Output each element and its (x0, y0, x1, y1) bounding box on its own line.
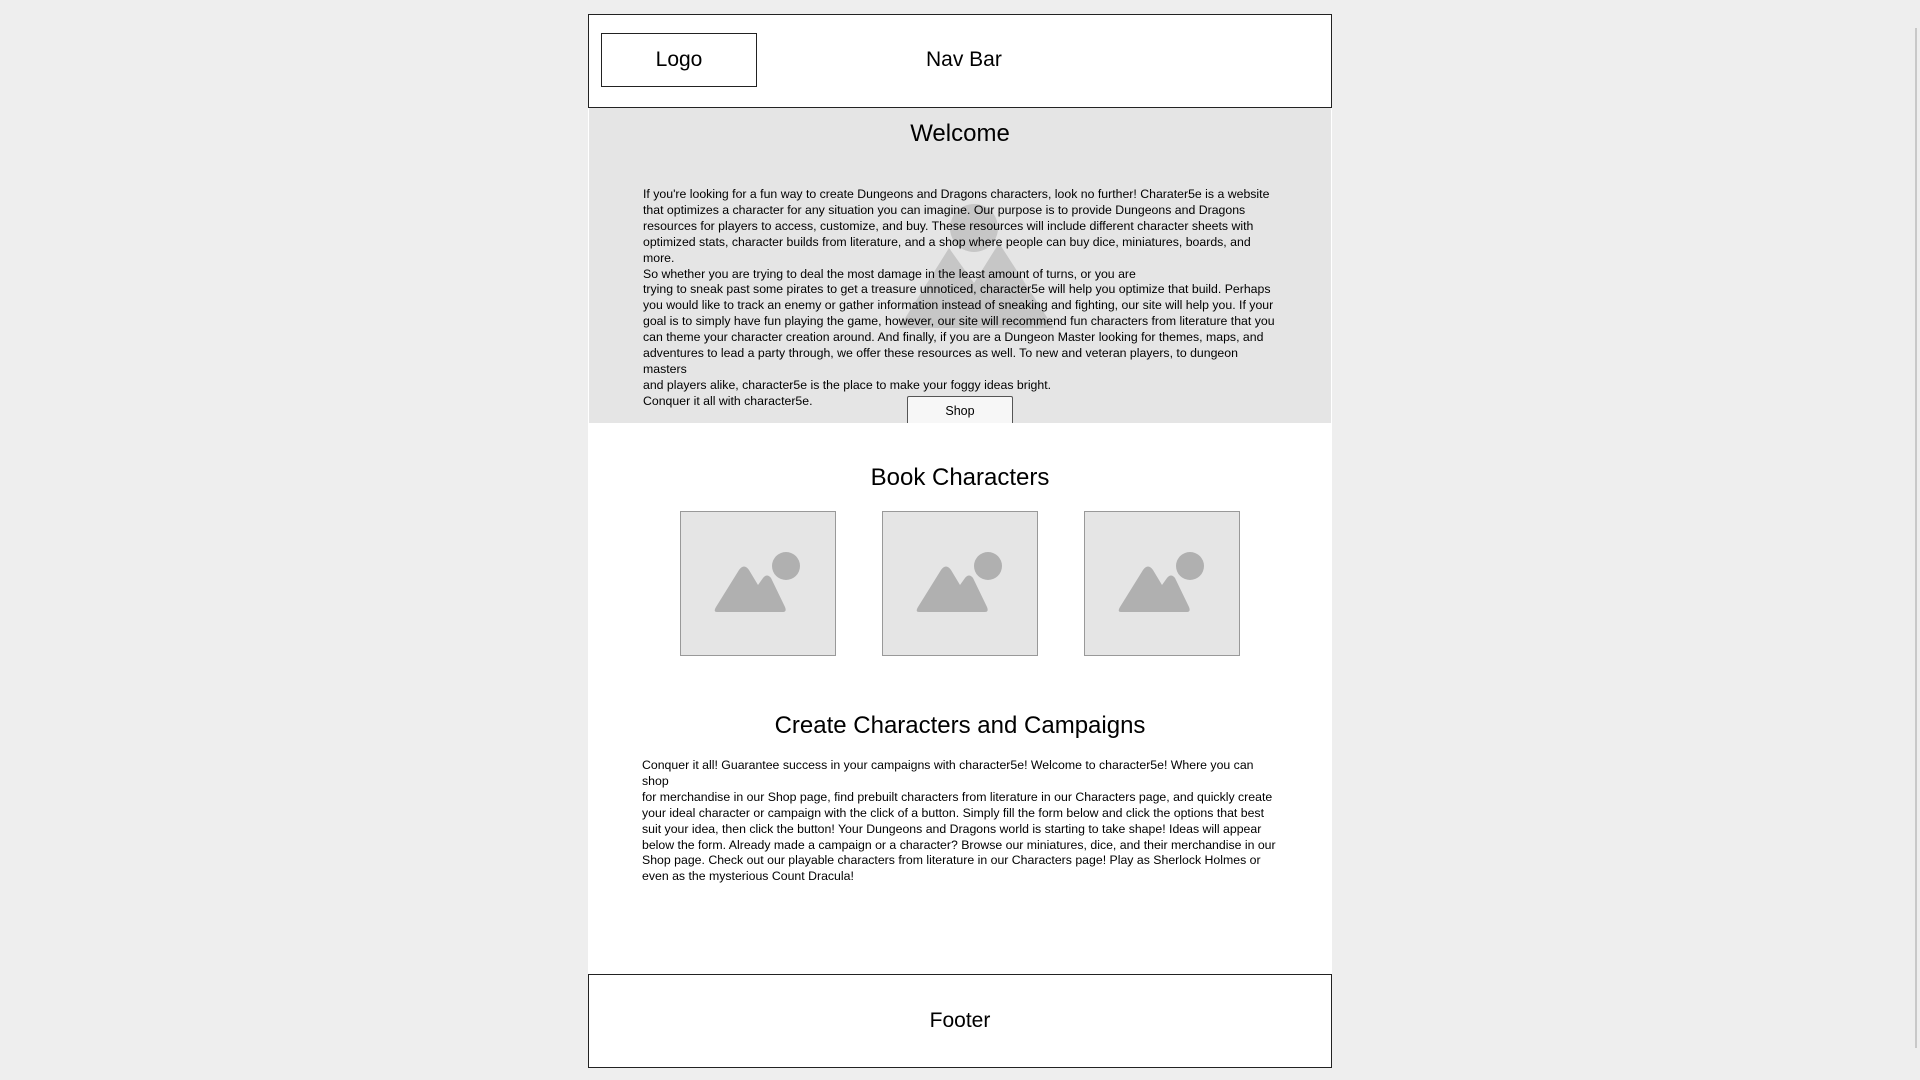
header: Logo Nav Bar (588, 14, 1332, 108)
book-character-image[interactable] (1084, 511, 1240, 656)
welcome-line: So whether you are trying to deal the mo… (643, 266, 1136, 281)
welcome-paragraph: If you're looking for a fun way to creat… (643, 187, 1283, 410)
image-icon (1118, 552, 1204, 612)
scrollbar[interactable] (1915, 28, 1917, 1048)
create-title: Create Characters and Campaigns (774, 712, 1146, 739)
image-icon (714, 552, 800, 612)
nav-bar[interactable]: Nav Bar (926, 48, 1002, 72)
book-character-image[interactable] (882, 511, 1038, 656)
footer: Footer (588, 974, 1332, 1068)
welcome-line: Conquer it all with character5e. (643, 393, 813, 408)
welcome-line: adventures to lead a party through, we o… (643, 346, 1238, 376)
book-characters-title: Book Characters (870, 464, 1050, 491)
welcome-line: goal is to simply have fun playing the g… (643, 314, 1275, 329)
welcome-line: and players alike, character5e is the pl… (643, 377, 1052, 392)
welcome-line: resources for players to access, customi… (643, 218, 1254, 233)
welcome-line: you would like to track an enemy or gath… (643, 298, 1274, 313)
book-character-image[interactable] (680, 511, 836, 656)
create-line: Conquer it all! Guarantee success in you… (642, 758, 1254, 788)
create-paragraph: Conquer it all! Guarantee success in you… (642, 758, 1282, 885)
welcome-title: Welcome (910, 120, 1010, 147)
welcome-line: If you're looking for a fun way to creat… (643, 187, 1270, 201)
create-line: below the form. Already made a campaign … (642, 837, 1276, 852)
logo[interactable]: Logo (601, 33, 757, 87)
welcome-line: that optimizes a character for any situa… (643, 202, 1246, 217)
welcome-line: can theme your character creation around… (643, 330, 1264, 345)
page-container: Logo Nav Bar Welcome If you're looking f… (588, 14, 1332, 1068)
create-line: even as the mysterious Count Dracula! (642, 869, 854, 884)
welcome-line: trying to sneak past some pirates to get… (643, 282, 1271, 297)
welcome-section: Welcome If you're looking for a fun way … (589, 108, 1331, 423)
welcome-line: optimized stats, character builds from l… (643, 234, 1251, 265)
create-line: Shop page. Check out our playable charac… (642, 853, 1261, 868)
create-line: suit your idea, then click the button! Y… (642, 821, 1262, 836)
create-line: your ideal character or campaign with th… (642, 805, 1264, 820)
create-line: for merchandise in our Shop page, find p… (642, 789, 1273, 804)
shop-button[interactable]: Shop (907, 396, 1013, 423)
image-icon (916, 552, 1002, 612)
